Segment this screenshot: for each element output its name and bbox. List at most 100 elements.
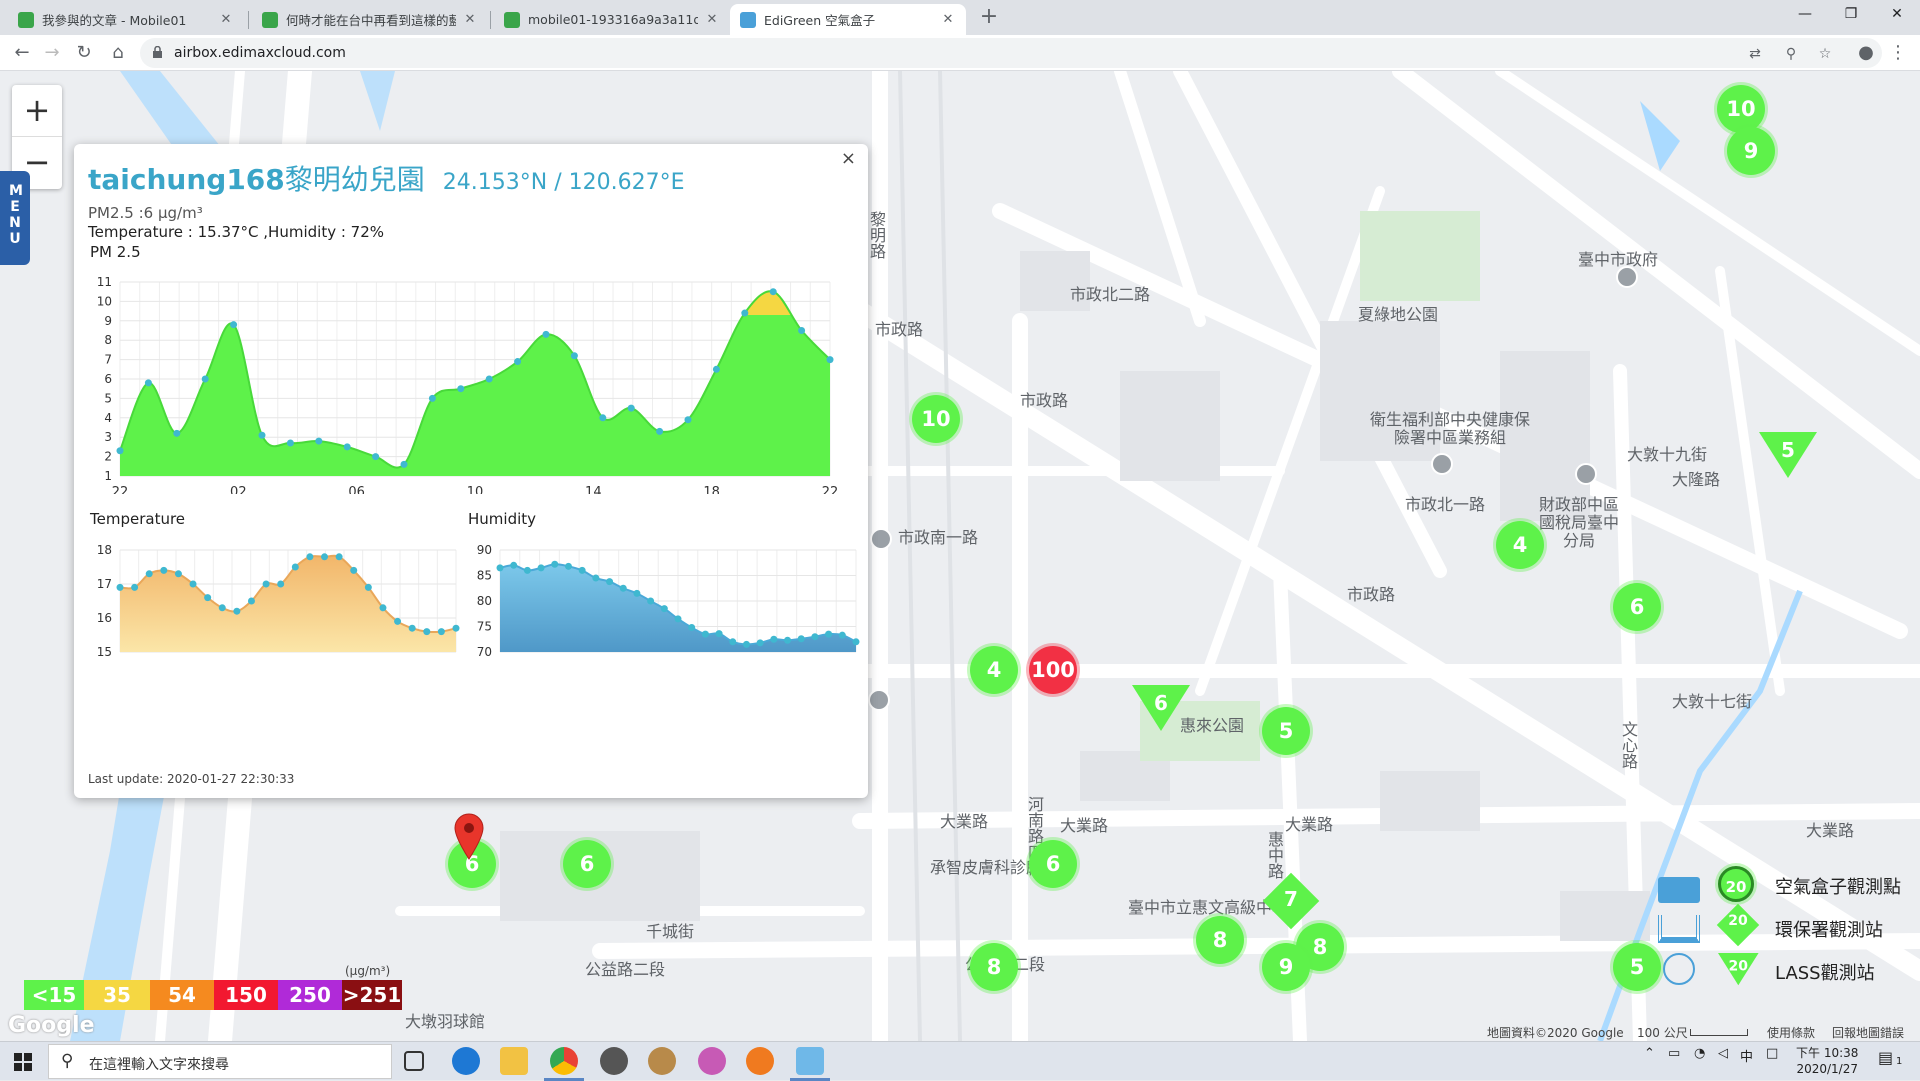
reload-icon[interactable]: ↻ [70,39,98,67]
more-menu-icon[interactable]: ⋮ [1884,39,1912,67]
y-tick-label: 10 [97,294,112,308]
tab-edigreen[interactable]: EdiGreen 空氣盒子 ✕ [730,4,966,35]
app-icon[interactable] [790,1047,830,1081]
task-view-icon[interactable] [404,1051,424,1071]
lass-marker[interactable]: 6 [1132,685,1190,731]
y-tick-label: 17 [97,577,112,591]
data-point [145,570,153,578]
data-point [173,429,181,437]
tab-mobile01-image[interactable]: mobile01-193316a9a3a11dfcb ✕ [494,4,730,35]
poi-icon[interactable] [1616,266,1638,288]
system-clock[interactable]: 下午 10:38 2020/1/27 [1796,1045,1858,1077]
tab-mobile01-bluesky[interactable]: 何時才能在台中再看到這樣的藍天 ✕ [252,4,488,35]
data-point [262,580,270,588]
data-point [797,635,805,643]
map-data-attribution: 地圖資料©2020 Google [1487,1026,1624,1040]
address-bar[interactable]: airbox.edimaxcloud.com ⇄ ⚲ ☆ [140,38,1882,68]
new-tab-button[interactable]: + [976,5,1002,31]
data-point [428,394,436,402]
minimize-icon[interactable]: — [1782,0,1828,30]
data-point [578,566,586,574]
zoom-icon[interactable]: ⚲ [1782,45,1800,63]
app-icon[interactable] [698,1047,726,1075]
close-tab-icon[interactable]: ✕ [940,12,956,27]
mobile01-favicon [18,11,34,28]
close-tab-icon[interactable]: ✕ [704,12,720,27]
data-point [769,288,777,296]
epa-station-marker[interactable]: 7 [1262,872,1320,930]
airbox-marker[interactable]: 4 [970,646,1018,694]
map-label: 大業路 [1806,821,1855,840]
airbox-marker[interactable]: 4 [1496,521,1544,569]
taskbar-search[interactable]: ⚲ 在這裡輸入文字來搜尋 [48,1044,392,1079]
poi-icon[interactable] [870,528,892,550]
data-point [784,636,792,644]
airbox-marker[interactable]: 9 [1262,943,1310,991]
zoom-in-button[interactable]: + [12,85,62,137]
edge-icon[interactable] [452,1047,480,1075]
ime-indicator[interactable]: 中 [1740,1046,1753,1065]
airbox-marker[interactable]: 9 [1727,127,1775,175]
airbox-marker[interactable]: 6 [563,840,611,888]
report-error-link[interactable]: 回報地圖錯誤 [1832,1024,1904,1041]
data-point [606,578,614,586]
airbox-marker[interactable]: 8 [970,943,1018,991]
chrome-icon[interactable] [544,1047,584,1081]
legend-level-good: <15 [24,980,84,1010]
app-icon[interactable] [648,1047,676,1075]
pm25-chart: 1 2 3 4 5 6 7 8 9 10 11 22 02 06 10 14 18 22 [97,275,839,494]
location-pin-icon[interactable] [453,812,485,860]
close-popup-button[interactable]: × [841,148,856,169]
terms-link[interactable]: 使用條款 [1767,1024,1815,1041]
close-tab-icon[interactable]: ✕ [462,12,478,27]
airbox-marker[interactable]: 8 [1196,916,1244,964]
blender-icon[interactable] [746,1047,774,1075]
legend-airbox-sample: 20 [1718,866,1754,902]
close-window-icon[interactable]: ✕ [1874,0,1920,30]
tab-title: mobile01-193316a9a3a11dfcb [528,12,698,27]
poi-icon[interactable] [868,689,890,711]
notification-icon[interactable]: ▤ [1878,1048,1893,1067]
forward-icon[interactable]: → [38,39,66,67]
windows-start-icon[interactable] [14,1053,32,1071]
home-icon[interactable]: ⌂ [104,39,132,67]
profile-icon[interactable]: ● [1852,39,1880,67]
lass-marker[interactable]: 5 [1759,432,1817,478]
map-label: 市政路 [1020,391,1069,410]
wifi-icon[interactable]: ◔ [1694,1046,1705,1061]
translate-icon[interactable]: ⇄ [1746,45,1764,63]
menu-button[interactable]: MENU [0,171,30,265]
poi-icon[interactable] [1575,463,1597,485]
temperature-chart-title: Temperature [90,510,186,528]
airbox-marker[interactable]: 10 [912,395,960,443]
map-label: 大墩羽球館 [405,1012,486,1031]
bookmark-star-icon[interactable]: ☆ [1816,45,1834,63]
data-point [592,574,600,582]
airbox-marker[interactable]: 6 [1029,840,1077,888]
restore-icon[interactable]: ❐ [1828,0,1874,30]
file-explorer-icon[interactable] [500,1047,528,1075]
airbox-marker[interactable]: 6 [1613,583,1661,631]
data-point [394,617,402,625]
map-label: 夏綠地公園 [1358,305,1439,324]
humidity-chart-title: Humidity [468,510,537,528]
app-icon[interactable] [600,1047,628,1075]
tray-chevron-icon[interactable]: ⌃ [1644,1046,1655,1061]
back-icon[interactable]: ← [8,39,36,67]
airbox-marker-alert[interactable]: 100 [1029,646,1077,694]
y-tick-label: 75 [477,620,492,634]
poi-icon[interactable] [1431,453,1453,475]
airbox-marker[interactable]: 5 [1613,943,1661,991]
tab-mobile01-articles[interactable]: 我參與的文章 - Mobile01 ✕ [8,4,244,35]
airbox-marker[interactable]: 5 [1262,707,1310,755]
battery-icon[interactable]: ▭ [1668,1046,1680,1061]
map-canvas[interactable]: 市政路 市政路 市政路 市政北二路 市政北一路 夏綠地公園 臺中市政府 衛生福利… [0,71,1920,1041]
data-point [523,566,531,574]
station-name: 黎明幼兒園 [284,163,425,196]
ime-mode-icon[interactable]: □ [1766,1046,1778,1061]
data-point [542,330,550,338]
volume-icon[interactable]: ◁ [1718,1046,1728,1061]
close-tab-icon[interactable]: ✕ [218,12,234,27]
mobile01-favicon [262,11,278,28]
airbox-marker[interactable]: 10 [1717,85,1765,133]
